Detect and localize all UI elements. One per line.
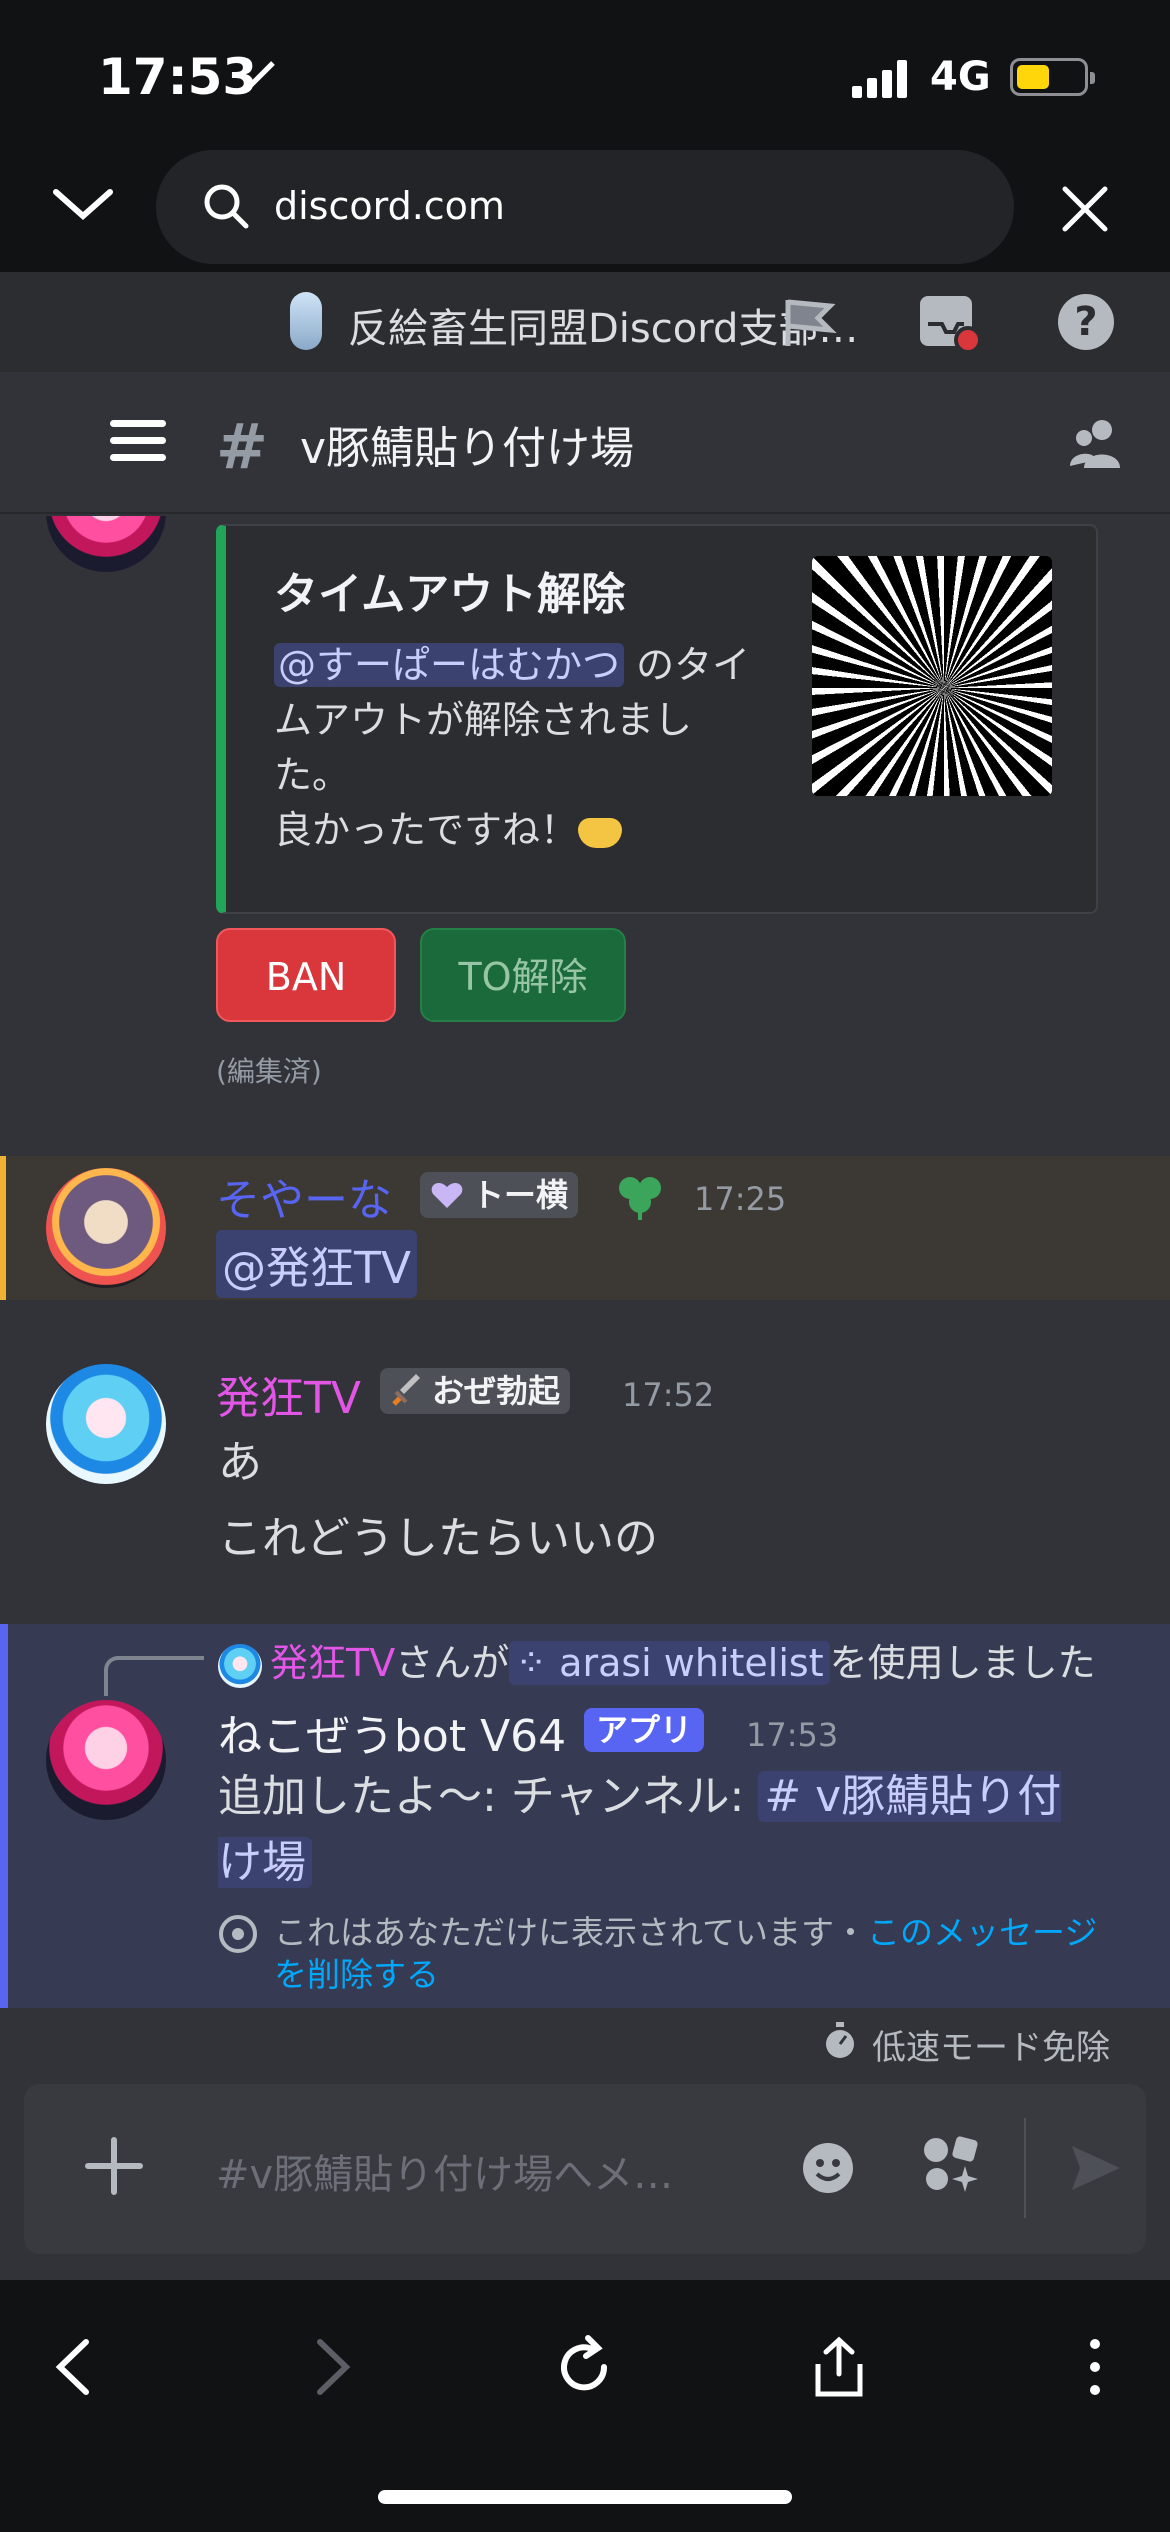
timer-icon bbox=[826, 2022, 854, 2058]
timeout-embed: タイムアウト解除 @すーぱーはむかつ のタイムアウトが解除されました。 良かった… bbox=[216, 524, 1098, 914]
mention-highlight-row bbox=[0, 1156, 1170, 1300]
url-text: discord.com bbox=[274, 184, 505, 228]
search-icon bbox=[204, 184, 249, 229]
avatar[interactable] bbox=[46, 1168, 166, 1288]
more-vertical-icon[interactable] bbox=[1062, 2334, 1128, 2400]
back-icon[interactable] bbox=[44, 2334, 110, 2400]
embed-thumbnail[interactable] bbox=[812, 556, 1052, 796]
command-chip[interactable]: ⁘ arasi whitelist bbox=[509, 1641, 830, 1685]
reply-connector bbox=[104, 1656, 204, 1696]
message-composer: #v豚鯖貼り付け場へメ… bbox=[24, 2084, 1146, 2254]
message-text: 追加したよ〜: チャンネル: # v豚鯖貼り付け場 bbox=[218, 1771, 1062, 1888]
help-icon[interactable]: ? bbox=[1058, 294, 1114, 350]
timestamp: 17:52 bbox=[622, 1376, 715, 1414]
ban-button[interactable]: BAN bbox=[216, 928, 396, 1022]
sword-icon bbox=[392, 1374, 420, 1406]
slowmode-indicator: 低速モード免除 bbox=[822, 2020, 1110, 2069]
message-text: あ bbox=[218, 1437, 262, 1488]
timestamp: 17:53 bbox=[746, 1716, 839, 1754]
timeout-release-button[interactable]: TO解除 bbox=[420, 928, 626, 1022]
url-field[interactable]: discord.com bbox=[156, 150, 1014, 264]
network-label: 4G bbox=[930, 54, 991, 100]
message-text: これどうしたらいいの bbox=[218, 1513, 658, 1564]
embed-description: @すーぱーはむかつ のタイムアウトが解除されました。 良かったですね！ bbox=[274, 638, 764, 858]
channel-hash-icon: # bbox=[216, 410, 268, 483]
user-mention[interactable]: @すーぱーはむかつ bbox=[274, 643, 625, 687]
heart-emoji-icon bbox=[578, 817, 623, 848]
flag-icon[interactable] bbox=[778, 294, 838, 350]
pencil-icon bbox=[245, 61, 275, 91]
close-icon[interactable] bbox=[1060, 184, 1110, 234]
username[interactable]: そやーな bbox=[216, 1164, 392, 1228]
embed-title: タイムアウト解除 bbox=[274, 569, 626, 620]
ephemeral-notice: これはあなただけに表示されています・このメッセージを削除する bbox=[218, 1912, 1118, 1996]
divider bbox=[1024, 2118, 1026, 2218]
command-reply-header[interactable]: 発狂TVさんが ⁘ arasi whitelist を使用しました bbox=[218, 1632, 1096, 1688]
edited-label: (編集済) bbox=[216, 1055, 322, 1088]
members-icon[interactable] bbox=[1068, 416, 1124, 470]
home-indicator bbox=[378, 2490, 792, 2504]
status-time: 17:53 bbox=[98, 48, 258, 106]
clover-icon bbox=[619, 1177, 661, 1220]
role-tag: おぜ勃起 bbox=[380, 1368, 571, 1414]
apps-icon[interactable] bbox=[920, 2134, 980, 2194]
avatar[interactable] bbox=[46, 1364, 166, 1484]
browser-url-bar: discord.com bbox=[0, 150, 1170, 272]
server-header: 反絵畜生同盟Discord支部… ? bbox=[0, 272, 1170, 372]
avatar[interactable] bbox=[46, 1700, 166, 1820]
username[interactable]: 発狂TV bbox=[216, 1362, 361, 1426]
heart-icon bbox=[431, 1183, 463, 1208]
timestamp: 17:25 bbox=[694, 1180, 787, 1218]
role-tag: トー横 bbox=[420, 1172, 579, 1218]
message-input[interactable]: #v豚鯖貼り付け場へメ… bbox=[216, 2142, 673, 2200]
app-badge: アプリ bbox=[584, 1708, 705, 1752]
status-bar: 17:53 4G bbox=[0, 0, 1170, 150]
channel-name[interactable]: v豚鯖貼り付け場 bbox=[300, 412, 634, 476]
emoji-icon[interactable] bbox=[802, 2142, 854, 2194]
send-icon[interactable] bbox=[1068, 2140, 1124, 2196]
user-mention[interactable]: @発狂TV bbox=[216, 1230, 417, 1298]
embed-line2: 良かったですね！ bbox=[274, 808, 579, 852]
server-icon[interactable] bbox=[290, 292, 322, 350]
plus-icon[interactable] bbox=[80, 2132, 148, 2200]
reload-icon[interactable] bbox=[552, 2334, 618, 2400]
signal-icon bbox=[852, 58, 908, 98]
forward-icon[interactable] bbox=[296, 2334, 362, 2400]
chevron-down-icon[interactable] bbox=[52, 184, 114, 224]
eye-icon bbox=[219, 1915, 257, 1953]
share-icon[interactable] bbox=[806, 2334, 872, 2400]
inbox-icon[interactable] bbox=[916, 290, 982, 356]
channel-header: # v豚鯖貼り付け場 bbox=[0, 372, 1170, 514]
battery-icon bbox=[1010, 58, 1095, 96]
menu-icon[interactable] bbox=[110, 420, 166, 462]
bot-username[interactable]: ねこぜうbot V64 bbox=[218, 1700, 566, 1764]
avatar bbox=[218, 1643, 262, 1688]
